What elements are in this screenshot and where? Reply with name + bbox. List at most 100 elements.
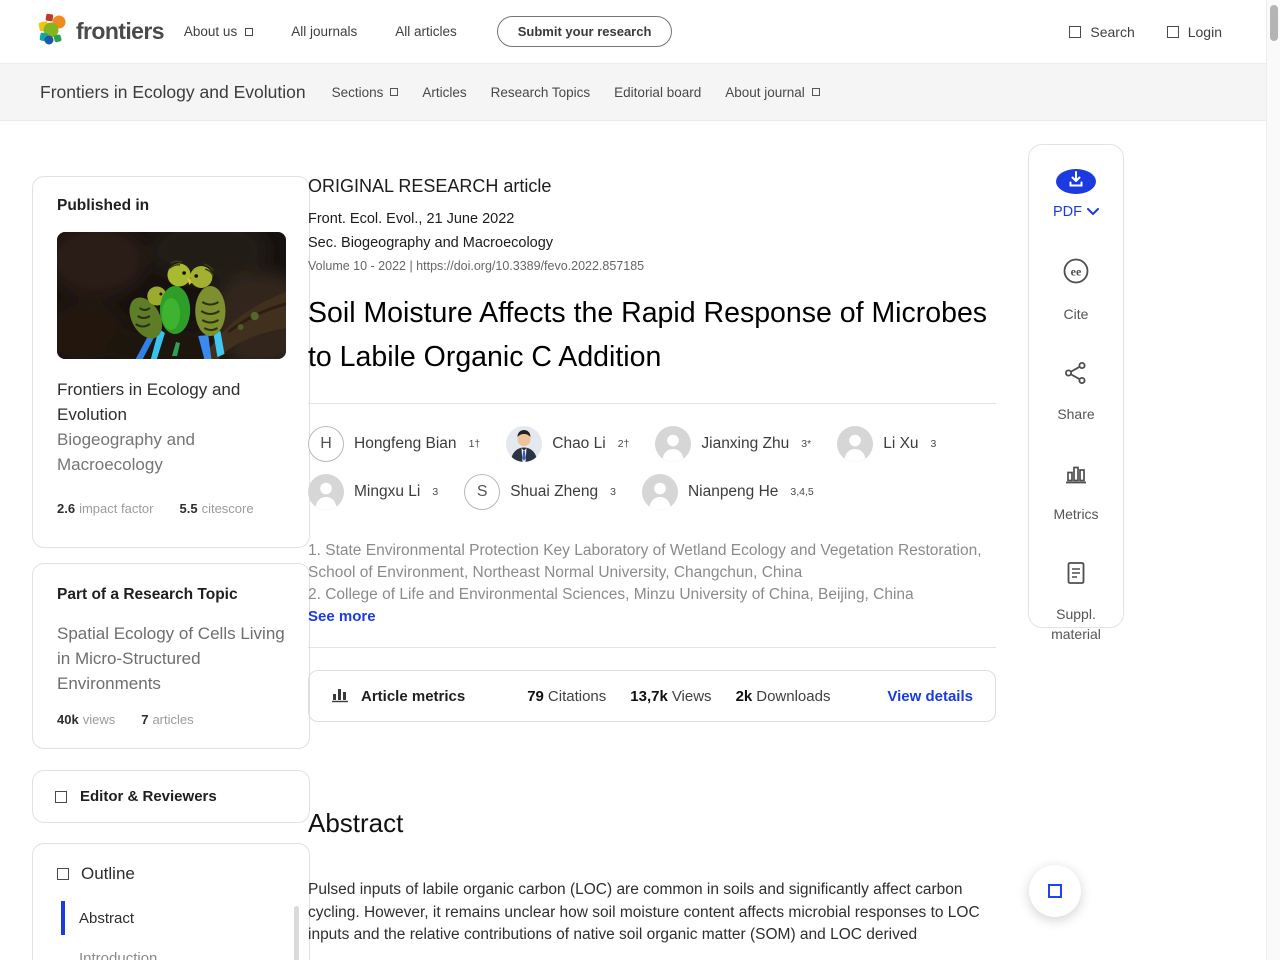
journal-navbar: Frontiers in Ecology and Evolution Secti… bbox=[0, 64, 1266, 121]
metric-views: 13,7k Views bbox=[630, 687, 712, 705]
author-shuai-zheng[interactable]: S Shuai Zheng 3 bbox=[464, 474, 616, 510]
author-avatar-placeholder bbox=[655, 426, 692, 462]
left-sidebar: Published in Frontiers in Ecology and Ev… bbox=[32, 176, 310, 960]
journal-nav-about-journal[interactable]: About journal bbox=[725, 85, 820, 100]
scrollbar-thumb[interactable] bbox=[1270, 5, 1278, 41]
author-row: Mingxu Li 3 S Shuai Zheng 3 Nianpeng He 3,4,5 bbox=[308, 474, 996, 510]
chevron-down-icon bbox=[1087, 204, 1099, 220]
document-icon bbox=[1064, 560, 1088, 591]
article-citation-line: Front. Ecol. Evol., 21 June 2022 bbox=[308, 211, 515, 227]
metrics-icon bbox=[1063, 460, 1089, 491]
metrics-bar-icon bbox=[331, 685, 349, 708]
article-metrics-title: Article metrics bbox=[361, 687, 466, 705]
affiliation-list: 1. State Environmental Protection Key La… bbox=[308, 540, 996, 606]
divider bbox=[308, 647, 996, 648]
outline-heading: Outline bbox=[57, 864, 309, 884]
feedback-floating-button[interactable] bbox=[1029, 865, 1081, 917]
supplementary-material-button[interactable]: Suppl. material bbox=[1041, 560, 1111, 644]
article-toolbar: PDF ee Cite Share Metrics Suppl. materia… bbox=[1028, 144, 1124, 642]
topic-stats: 40k views 7 articles bbox=[57, 712, 285, 727]
journal-nav-editorial-board[interactable]: Editorial board bbox=[614, 85, 701, 100]
research-topic-card: Part of a Research Topic Spatial Ecology… bbox=[32, 563, 310, 749]
author-avatar-placeholder bbox=[641, 474, 678, 510]
topic-articles-stat: 7 articles bbox=[141, 712, 194, 727]
topic-views-stat: 40k views bbox=[57, 712, 116, 727]
header-actions: Search Login bbox=[1069, 24, 1222, 40]
page-scrollbar[interactable] bbox=[1266, 0, 1280, 960]
metric-downloads: 2k Downloads bbox=[735, 687, 831, 705]
article-title: Soil Moisture Affects the Rapid Response… bbox=[308, 297, 988, 373]
see-more-link[interactable]: See more bbox=[308, 608, 376, 625]
journal-nav-articles[interactable]: Articles bbox=[422, 85, 466, 100]
dropdown-icon bbox=[245, 27, 254, 36]
author-mingxu-li[interactable]: Mingxu Li 3 bbox=[308, 474, 438, 510]
published-in-heading: Published in bbox=[57, 197, 150, 214]
author-jianxing-zhu[interactable]: Jianxing Zhu 3* bbox=[655, 426, 811, 462]
metric-citations: 79 Citations bbox=[527, 687, 607, 705]
journal-nav-research-topics[interactable]: Research Topics bbox=[491, 85, 591, 100]
author-hongfeng-bian[interactable]: H Hongfeng Bian 1† bbox=[308, 426, 480, 462]
article-type-label: ORIGINAL RESEARCH article bbox=[308, 176, 552, 196]
svg-text:ee: ee bbox=[1071, 265, 1082, 279]
author-avatar-placeholder bbox=[837, 426, 874, 462]
outline-icon bbox=[57, 868, 69, 880]
citescore-stat: 5.5 citescore bbox=[179, 501, 254, 516]
published-journal-link[interactable]: Frontiers in Ecology and Evolution bbox=[57, 377, 285, 427]
abstract-text: Pulsed inputs of labile organic carbon (… bbox=[308, 881, 980, 943]
header-nav: About us All journals All articles bbox=[184, 24, 457, 39]
dropdown-icon bbox=[390, 88, 399, 96]
outline-card: Outline Abstract Introduction bbox=[32, 843, 310, 960]
metrics-button[interactable]: Metrics bbox=[1041, 460, 1111, 524]
header-nav-about-us[interactable]: About us bbox=[184, 24, 254, 39]
metric-items: 79 Citations 13,7k Views 2k Downloads bbox=[527, 688, 830, 705]
login-icon bbox=[1166, 25, 1179, 38]
impact-factor-stat: 2.6 impact factor bbox=[57, 501, 154, 516]
author-row: H Hongfeng Bian 1† Chao Li 2† Jianxing Zhu 3* L… bbox=[308, 426, 996, 462]
journal-title-link[interactable]: Frontiers in Ecology and Evolution bbox=[40, 82, 306, 103]
frontiers-logo-icon bbox=[38, 13, 68, 50]
author-list: H Hongfeng Bian 1† Chao Li 2† Jianxing Zhu 3* L… bbox=[308, 426, 996, 510]
share-icon bbox=[1063, 360, 1089, 391]
research-topic-link[interactable]: Spatial Ecology of Cells Living in Micro… bbox=[57, 621, 285, 696]
frontiers-logo[interactable]: frontiers bbox=[38, 13, 165, 50]
research-topic-heading: Part of a Research Topic bbox=[57, 586, 238, 603]
outline-item-abstract[interactable]: Abstract bbox=[61, 898, 309, 938]
author-chao-li[interactable]: Chao Li 2† bbox=[506, 426, 629, 462]
article-main: ORIGINAL RESEARCH article Front. Ecol. E… bbox=[308, 176, 996, 947]
page-content: Published in Frontiers in Ecology and Ev… bbox=[0, 121, 1266, 960]
search-button[interactable]: Search bbox=[1069, 24, 1135, 40]
article-volume-doi: Volume 10 - 2022 | https://doi.org/10.33… bbox=[308, 259, 645, 273]
pdf-download-button[interactable] bbox=[1056, 169, 1096, 194]
author-nianpeng-he[interactable]: Nianpeng He 3,4,5 bbox=[641, 474, 814, 510]
pdf-menu[interactable]: PDF bbox=[1053, 204, 1099, 220]
author-li-xu[interactable]: Li Xu 3 bbox=[837, 426, 936, 462]
outline-scrollbar[interactable] bbox=[294, 906, 299, 960]
journal-nav-sections[interactable]: Sections bbox=[332, 85, 399, 100]
submit-research-button[interactable]: Submit your research bbox=[496, 16, 673, 47]
author-avatar-photo bbox=[506, 426, 543, 462]
author-avatar-placeholder bbox=[308, 474, 344, 510]
search-icon bbox=[1069, 25, 1082, 38]
outline-list: Abstract Introduction bbox=[57, 898, 309, 960]
affiliation-line: 1. State Environmental Protection Key La… bbox=[308, 542, 982, 581]
login-button[interactable]: Login bbox=[1166, 24, 1222, 40]
article-section-line: Sec. Biogeography and Macroecology bbox=[308, 235, 554, 251]
outline-item-introduction[interactable]: Introduction bbox=[61, 938, 309, 960]
divider bbox=[308, 403, 996, 404]
journal-cover-image[interactable] bbox=[57, 232, 286, 359]
published-section-label: Biogeography and Macroecology bbox=[57, 430, 196, 474]
author-avatar-letter: H bbox=[308, 426, 344, 462]
article-metrics-bar: Article metrics 79 Citations 13,7k Views 2k D… bbox=[308, 670, 996, 722]
editor-reviewers-card[interactable]: Editor & Reviewers bbox=[32, 770, 310, 823]
feedback-icon bbox=[1048, 884, 1062, 898]
share-button[interactable]: Share bbox=[1041, 360, 1111, 424]
journal-nav: Sections Articles Research Topics Editorial… bbox=[332, 85, 820, 100]
journal-stats: 2.6 impact factor 5.5 citescore bbox=[57, 501, 285, 516]
header-nav-all-articles[interactable]: All articles bbox=[395, 24, 457, 39]
download-icon bbox=[1066, 169, 1086, 194]
cite-button[interactable]: ee Cite bbox=[1041, 256, 1111, 324]
view-details-link[interactable]: View details bbox=[887, 688, 973, 705]
top-navbar: frontiers About us All journals All articl… bbox=[0, 0, 1266, 64]
affiliation-line: 2. College of Life and Environmental Sci… bbox=[308, 586, 914, 603]
header-nav-all-journals[interactable]: All journals bbox=[291, 24, 357, 39]
